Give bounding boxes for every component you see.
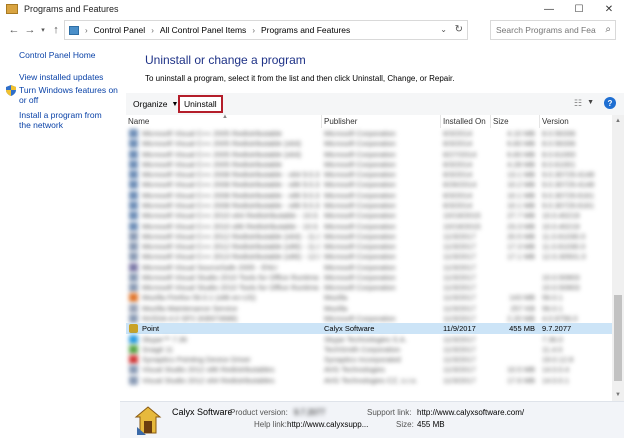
window-controls: — ☐ ✕	[534, 0, 624, 18]
shield-icon	[6, 85, 16, 96]
address-bar[interactable]: › Control Panel › All Control Panel Items…	[64, 20, 468, 40]
help-link-label: Help link:	[254, 420, 287, 429]
size-value: 455 MB	[417, 420, 445, 429]
program-icon	[129, 314, 138, 324]
left-pane: Control Panel Home View installed update…	[0, 42, 120, 438]
help-link[interactable]: http://www.calyxsupp...	[287, 420, 368, 429]
view-dropdown-icon[interactable]: ▼	[587, 99, 594, 106]
column-header-size[interactable]: Size	[491, 115, 540, 128]
organize-button[interactable]: Organize ▼	[133, 99, 178, 109]
search-input[interactable]	[496, 25, 596, 35]
breadcrumb-all-items[interactable]: All Control Panel Items ›	[160, 25, 255, 35]
view-options-icon[interactable]: ☷	[574, 98, 582, 109]
uninstall-button[interactable]: Uninstall	[178, 95, 223, 113]
details-pane: Calyx Software Product version: 9.7.2077…	[120, 401, 624, 438]
program-icon	[129, 272, 138, 282]
back-button[interactable]: ←	[6, 21, 22, 39]
up-button[interactable]: ↑	[48, 21, 64, 39]
cell-version: 14.0.0.1	[542, 375, 570, 385]
size-label: Size:	[396, 420, 414, 429]
windows-features-link[interactable]: Turn Windows features on or off	[19, 85, 118, 105]
title-bar: Programs and Features — ☐ ✕	[0, 0, 624, 18]
calyx-point-icon	[134, 406, 162, 435]
column-header-version[interactable]: Version	[540, 115, 612, 128]
program-icon	[129, 303, 138, 313]
scroll-up-icon[interactable]: ▲	[612, 115, 624, 127]
minimize-button[interactable]: —	[534, 0, 564, 18]
program-icon	[129, 200, 138, 210]
program-icon	[129, 190, 138, 200]
cell-size: 17.6 MB	[507, 375, 535, 385]
breadcrumb-control-panel[interactable]: Control Panel ›	[94, 25, 154, 35]
page-title: Uninstall or change a program	[145, 53, 306, 67]
program-icon	[129, 139, 138, 149]
scrollbar-thumb[interactable]	[614, 295, 622, 381]
control-panel-icon	[69, 25, 79, 35]
breadcrumb-programs-features[interactable]: Programs and Features	[261, 25, 350, 35]
program-list[interactable]: ▲ Name Publisher Installed On Size Versi…	[126, 114, 624, 401]
program-icon	[129, 129, 138, 138]
view-installed-updates-link[interactable]: View installed updates	[19, 72, 103, 82]
program-icon	[129, 355, 138, 365]
cell-publisher: AVG Technologies CZ, s.r.o.	[324, 375, 418, 385]
help-button[interactable]: ?	[604, 97, 616, 109]
program-icon	[129, 365, 138, 375]
support-link[interactable]: http://www.calyxsoftware.com/	[417, 408, 524, 417]
program-icon	[129, 221, 138, 231]
vertical-scrollbar[interactable]: ▲ ▼	[612, 115, 624, 401]
program-icon	[129, 283, 138, 293]
product-version-label: Product version:	[230, 408, 288, 417]
program-icon	[129, 262, 138, 272]
navigation-bar: ← → ▾ ↑ › Control Panel › All Control Pan…	[0, 19, 624, 41]
program-icon	[129, 231, 138, 241]
program-icon	[129, 375, 138, 385]
program-icon	[129, 293, 138, 303]
address-dropdown-icon[interactable]: ⌄	[440, 25, 447, 34]
column-header-row: Name Publisher Installed On Size Version	[126, 115, 612, 128]
programs-features-icon	[6, 4, 18, 14]
column-header-installed-on[interactable]: Installed On	[441, 115, 491, 128]
program-icon	[129, 344, 138, 354]
window-title: Programs and Features	[24, 4, 119, 14]
history-dropdown-icon[interactable]: ▾	[38, 21, 48, 39]
windows-features-item[interactable]: Turn Windows features on or off	[6, 85, 118, 105]
program-icon	[129, 324, 138, 334]
search-icon[interactable]: ⌕	[605, 24, 611, 35]
program-icon	[129, 159, 138, 169]
maximize-button[interactable]: ☐	[564, 0, 594, 18]
product-version-value: 9.7.2077	[294, 408, 326, 417]
page-instructions: To uninstall a program, select it from t…	[145, 74, 455, 83]
program-icon	[129, 180, 138, 190]
scroll-down-icon[interactable]: ▼	[612, 389, 624, 401]
cell-installed-on: 11/3/2017	[443, 375, 476, 385]
publisher-name: Calyx Software	[172, 407, 233, 417]
table-row[interactable]: Visual Studio 2012 x64 Redistributables A…	[126, 375, 612, 386]
program-icon	[129, 334, 138, 344]
program-icon	[129, 170, 138, 180]
command-bar: Organize ▼ Uninstall ☷ ▼ ?	[126, 93, 624, 115]
search-box[interactable]: ⌕	[490, 20, 616, 40]
column-header-name[interactable]: Name	[126, 115, 322, 128]
support-link-label: Support link:	[367, 408, 412, 417]
cell-name: Visual Studio 2012 x64 Redistributables	[142, 375, 275, 385]
forward-button[interactable]: →	[22, 21, 38, 39]
breadcrumb-sep-icon[interactable]: ›	[85, 26, 88, 35]
install-from-network-link[interactable]: Install a program from the network	[19, 110, 115, 130]
refresh-icon[interactable]: ↻	[455, 24, 463, 35]
column-header-publisher[interactable]: Publisher	[322, 115, 441, 128]
control-panel-home-link[interactable]: Control Panel Home	[19, 50, 96, 60]
program-icon	[129, 149, 138, 159]
close-button[interactable]: ✕	[594, 0, 624, 18]
program-icon	[129, 211, 138, 221]
program-icon	[129, 242, 138, 252]
program-icon	[129, 252, 138, 262]
